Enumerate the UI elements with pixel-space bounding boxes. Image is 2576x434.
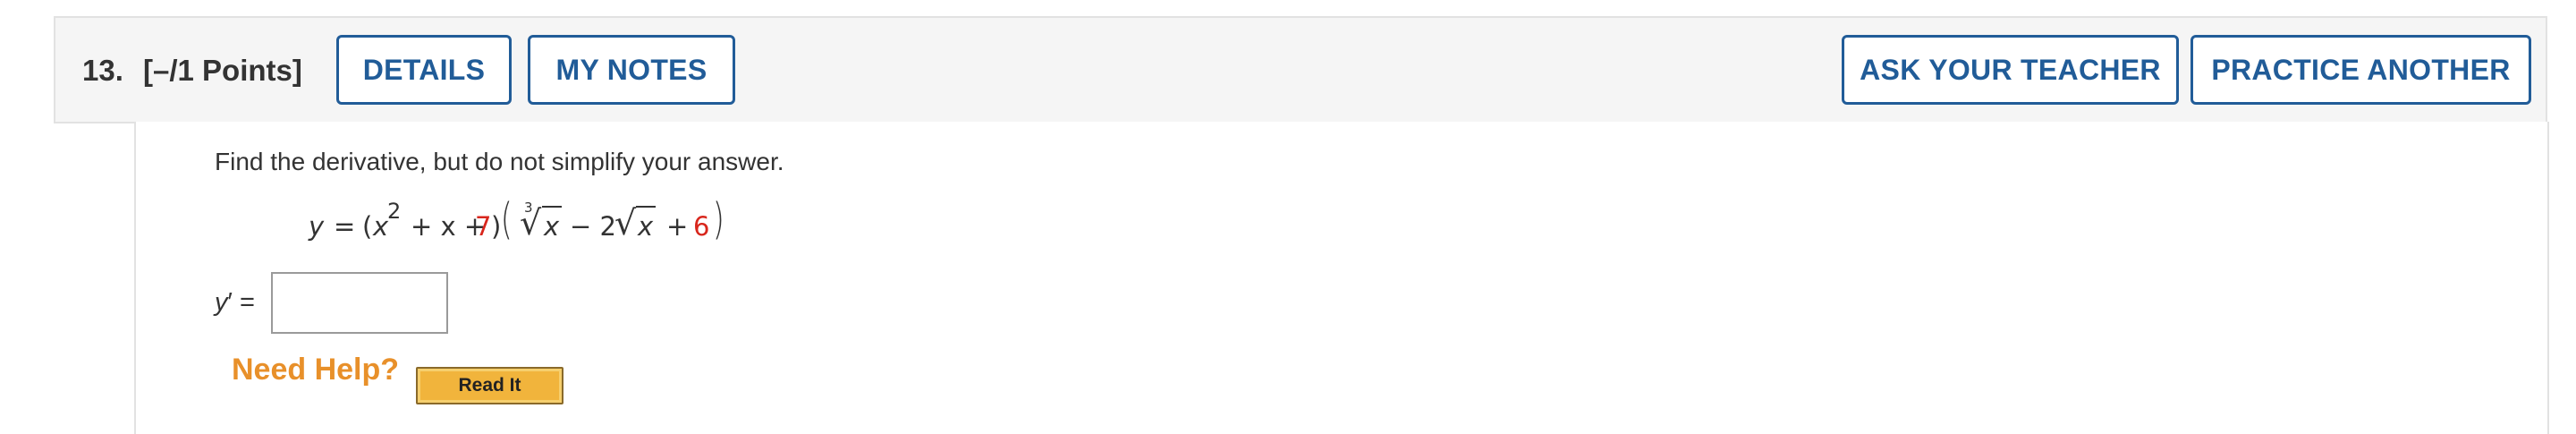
details-button[interactable]: DETAILS — [336, 35, 512, 105]
equation-x: x — [373, 211, 389, 242]
equation-close-paren-1: ) — [491, 211, 502, 242]
cube-root-radicand: x — [544, 211, 560, 242]
equation-big-open-paren: ( — [500, 194, 513, 244]
question-body: Find the derivative, but do not simplify… — [134, 122, 2549, 434]
equation-constant-6: 6 — [693, 211, 710, 242]
question-13: 13. [–/1 Points] DETAILS MY NOTES ASK YO… — [54, 16, 2549, 434]
cube-root-vinculum — [542, 206, 562, 208]
equation-exponent: 2 — [387, 199, 402, 224]
equation: y = ( x 2 + x + 7 ) ( 3 √ x − 2 √ x + 6 … — [309, 194, 809, 260]
equation-minus-2: − 2 — [570, 211, 616, 242]
equation-big-close-paren: ) — [712, 194, 724, 244]
ask-your-teacher-button[interactable]: ASK YOUR TEACHER — [1842, 35, 2179, 105]
equation-constant-7: 7 — [475, 211, 492, 242]
equation-plus: + — [666, 211, 689, 242]
square-root-symbol: √ — [614, 203, 637, 243]
answer-input[interactable] — [271, 272, 448, 334]
square-root-radicand: x — [638, 211, 654, 242]
read-it-button[interactable]: Read It — [416, 367, 564, 404]
equation-equals: = — [334, 211, 356, 242]
need-help-label: Need Help? — [232, 353, 400, 387]
equation-lhs: y — [309, 211, 325, 242]
my-notes-button[interactable]: MY NOTES — [528, 35, 735, 105]
question-number: 13. — [82, 54, 123, 87]
square-root-vinculum — [636, 206, 656, 208]
equation-open-paren-1: ( — [362, 211, 373, 242]
cube-root-symbol: √ — [520, 203, 542, 243]
answer-label: y′ = — [215, 288, 255, 317]
practice-another-button[interactable]: PRACTICE ANOTHER — [2190, 35, 2531, 105]
question-header: 13. [–/1 Points] DETAILS MY NOTES ASK YO… — [54, 16, 2547, 123]
question-points: [–/1 Points] — [143, 54, 302, 87]
question-prompt: Find the derivative, but do not simplify… — [215, 148, 784, 175]
